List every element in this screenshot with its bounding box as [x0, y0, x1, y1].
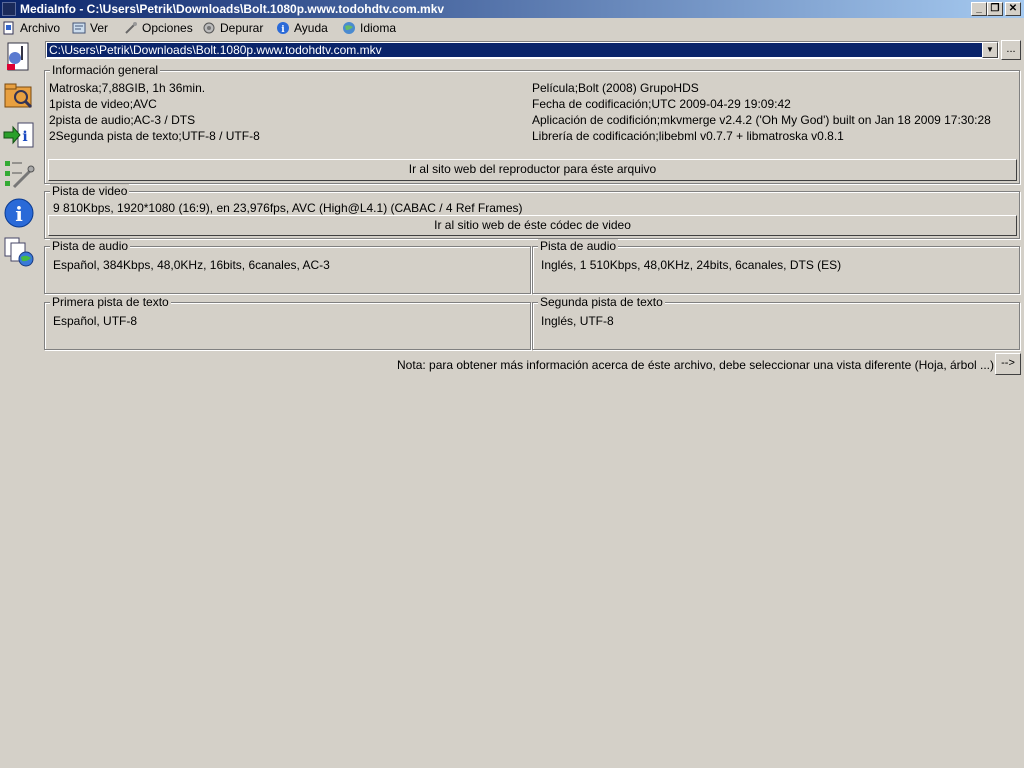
svg-text:i: i: [22, 129, 27, 145]
app-icon[interactable]: [2, 2, 16, 16]
general-info-line: 2pista de audio;AC-3 / DTS: [49, 113, 196, 127]
audio-track-legend: Pista de audio: [538, 239, 619, 253]
file-path-combobox[interactable]: C:\Users\Petrik\Downloads\Bolt.1080p.www…: [45, 41, 999, 59]
svg-text:i: i: [15, 202, 23, 226]
menu-opciones[interactable]: Opciones: [124, 20, 193, 36]
menu-depurar[interactable]: Depurar: [202, 20, 263, 36]
text-track-legend: Segunda pista de texto: [538, 295, 665, 309]
close-button[interactable]: ✕: [1005, 2, 1021, 16]
window-title: MediaInfo - C:\Users\Petrik\Downloads\Bo…: [20, 2, 445, 16]
text-track-legend: Primera pista de texto: [50, 295, 171, 309]
about-button[interactable]: i: [2, 196, 36, 230]
general-info-line: Película;Bolt (2008) GrupoHDS: [532, 81, 699, 95]
general-info-line: Librería de codificación;libebml v0.7.7 …: [532, 129, 844, 143]
open-file-icon: [7, 42, 29, 71]
help-icon: i: [277, 21, 289, 35]
export-button[interactable]: i: [2, 118, 36, 152]
web-button[interactable]: [2, 235, 36, 269]
video-track-legend: Pista de video: [50, 184, 130, 198]
text-track-info: Inglés, UTF-8: [541, 314, 614, 328]
audio-track-group-1: Pista de audio Español, 384Kbps, 48,0KHz…: [44, 239, 531, 294]
export-icon: i: [3, 122, 34, 148]
video-track-info: 9 810Kbps, 1920*1080 (16:9), en 23,976fp…: [53, 201, 523, 215]
general-info-line: Matroska;7,88GIB, 1h 36min.: [49, 81, 206, 95]
codec-website-button[interactable]: Ir al sitio web de éste códec de video: [48, 215, 1017, 236]
preferences-icon: [5, 161, 35, 189]
general-info-line: 2Segunda pista de texto;UTF-8 / UTF-8: [49, 129, 260, 143]
next-view-button[interactable]: -->: [995, 353, 1021, 375]
text-track-group-1: Primera pista de texto Español, UTF-8: [44, 295, 531, 350]
menu-idioma[interactable]: Idioma: [342, 20, 396, 36]
preferences-button[interactable]: [2, 157, 36, 191]
view-note: Nota: para obtener más información acerc…: [397, 358, 994, 372]
options-icon: [125, 21, 137, 34]
menu-ayuda[interactable]: i Ayuda: [276, 20, 328, 36]
audio-track-legend: Pista de audio: [50, 239, 131, 253]
title-bar: MediaInfo - C:\Users\Petrik\Downloads\Bo…: [0, 0, 1024, 18]
language-icon: [343, 21, 355, 34]
open-folder-button[interactable]: [2, 78, 36, 112]
open-folder-icon: [4, 83, 33, 109]
general-info-line: Fecha de codificación;UTC 2009-04-29 19:…: [532, 97, 791, 111]
text-track-info: Español, UTF-8: [53, 314, 138, 328]
general-info-line: Aplicación de codifición;mkvmerge v2.4.2…: [532, 113, 991, 127]
view-icon: [72, 22, 86, 34]
general-info-line: 1pista de video;AVC: [49, 97, 157, 111]
file-path-value: C:\Users\Petrik\Downloads\Bolt.1080p.www…: [47, 43, 982, 57]
web-icon: [4, 237, 34, 267]
svg-text:i: i: [281, 25, 285, 35]
player-website-button[interactable]: Ir al sito web del reproductor para éste…: [48, 159, 1017, 181]
open-file-button[interactable]: [2, 40, 36, 74]
menu-bar: Archivo Ver Opciones Depurar i Ayuda Idio…: [0, 18, 1024, 38]
audio-track-info: Español, 384Kbps, 48,0KHz, 16bits, 6cana…: [53, 258, 330, 272]
about-icon: i: [4, 198, 34, 228]
general-info-legend: Información general: [50, 63, 161, 77]
file-icon: [3, 21, 14, 35]
browse-button[interactable]: ...: [1001, 40, 1021, 60]
chevron-down-icon[interactable]: ▼: [982, 42, 998, 58]
audio-track-info: Inglés, 1 510Kbps, 48,0KHz, 24bits, 6can…: [541, 258, 842, 272]
video-track-group: Pista de video 9 810Kbps, 1920*1080 (16:…: [44, 184, 1020, 239]
audio-track-group-2: Pista de audio Inglés, 1 510Kbps, 48,0KH…: [532, 239, 1020, 294]
restore-button[interactable]: ❐: [987, 2, 1003, 16]
minimize-button[interactable]: _: [971, 2, 987, 16]
menu-archivo[interactable]: Archivo: [2, 20, 60, 36]
text-track-group-2: Segunda pista de texto Inglés, UTF-8: [532, 295, 1020, 350]
debug-icon: [203, 22, 215, 34]
general-info-group: Información general Matroska;7,88GIB, 1h…: [44, 63, 1020, 184]
menu-ver[interactable]: Ver: [72, 20, 108, 36]
